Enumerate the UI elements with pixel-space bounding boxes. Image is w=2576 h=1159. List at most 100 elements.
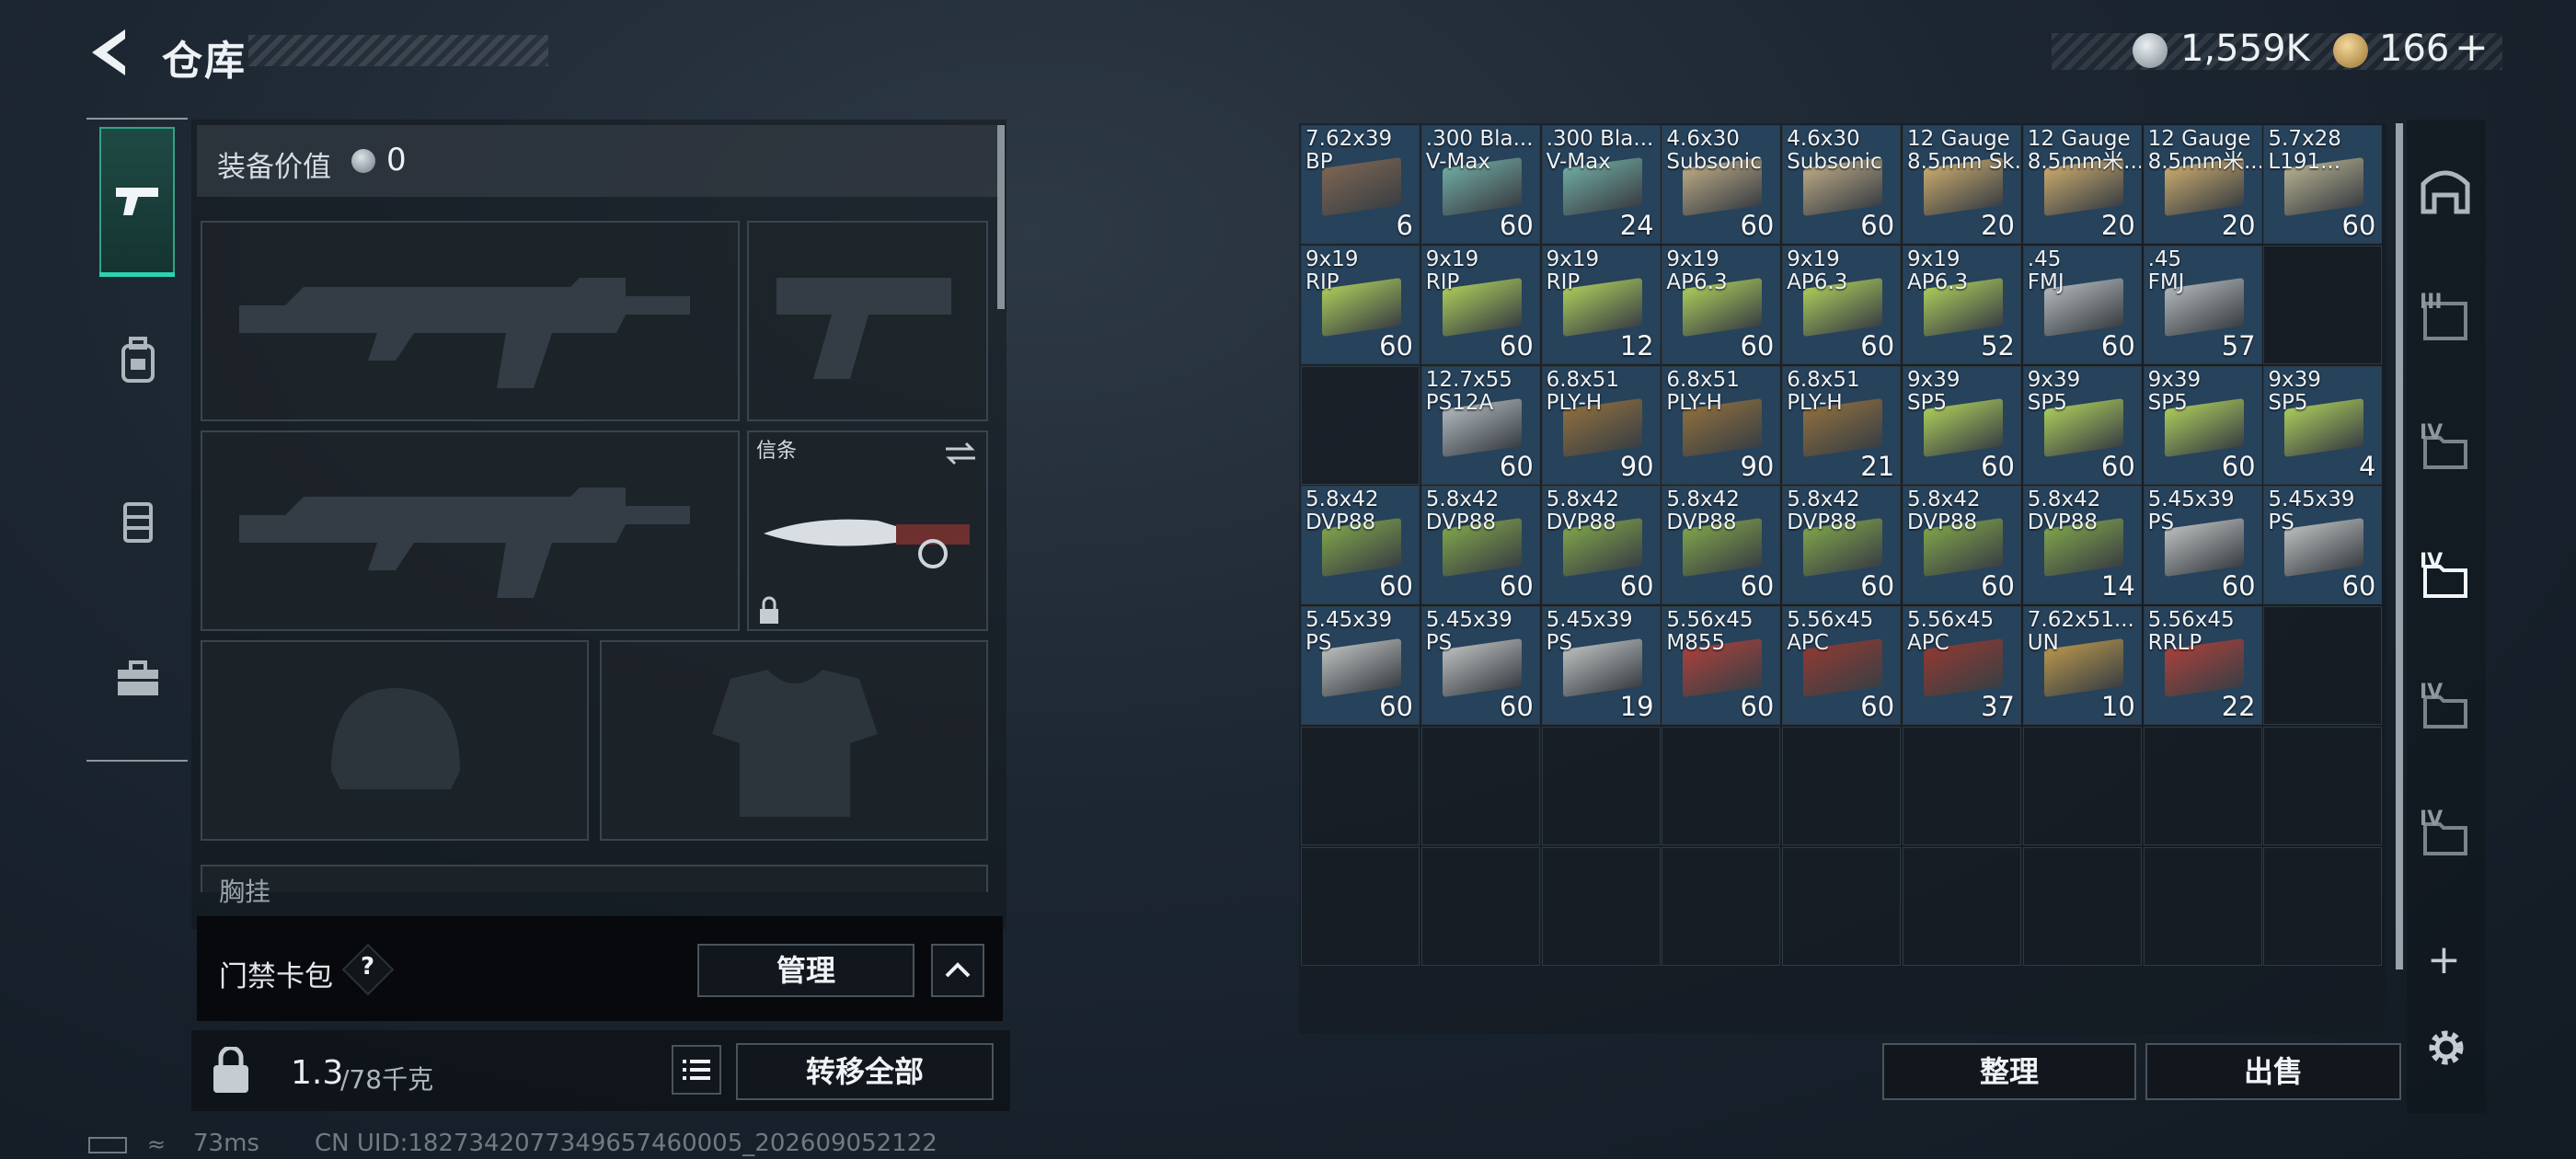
empty-stash-slot[interactable] <box>2022 727 2142 845</box>
helmet-slot[interactable] <box>201 640 589 841</box>
add-gold-button[interactable]: + <box>2455 24 2489 71</box>
chest-rig-slot[interactable] <box>201 865 988 892</box>
silver-coin-icon <box>2133 33 2168 68</box>
stash-item-slot[interactable]: 12 Gauge 8.5mm米... 20 <box>2022 125 2142 244</box>
stash-item-slot[interactable]: 5.45x39 PS 60 <box>2143 486 2262 605</box>
empty-stash-slot[interactable] <box>1782 846 1902 966</box>
stash-item-slot[interactable]: 9x19 AP6.3 60 <box>1782 245 1902 364</box>
stash-item-slot[interactable]: 5.56x45 APC 60 <box>1782 606 1902 726</box>
toolbox-icon[interactable] <box>110 651 166 706</box>
empty-stash-slot[interactable] <box>1301 727 1420 845</box>
vest-icon[interactable] <box>110 493 166 548</box>
stash-tab-4a[interactable]: IV <box>2420 421 2471 473</box>
stash-item-slot[interactable]: 5.45x39 PS 60 <box>1301 606 1420 726</box>
empty-stash-slot[interactable] <box>2022 846 2142 966</box>
stash-item-slot[interactable]: 7.62x51... UN 10 <box>2022 606 2142 726</box>
stash-item-slot[interactable]: 4.6x30 Subsonic 60 <box>1782 125 1902 244</box>
empty-stash-slot[interactable] <box>1782 727 1902 845</box>
empty-stash-slot[interactable] <box>1903 727 2021 845</box>
stash-item-slot[interactable]: 5.8x42 DVP88 60 <box>1903 486 2021 605</box>
sell-button[interactable]: 出售 <box>2145 1043 2401 1100</box>
stash-item-slot[interactable]: 12 Gauge 8.5mm米... 20 <box>2143 125 2262 244</box>
back-arrow-icon[interactable] <box>85 26 132 79</box>
empty-stash-slot[interactable] <box>2263 245 2383 364</box>
empty-stash-slot[interactable] <box>2263 727 2383 845</box>
stash-item-slot[interactable]: .45 FMJ 60 <box>2022 245 2142 364</box>
stash-item-slot[interactable]: 5.45x39 PS 60 <box>1420 606 1540 726</box>
empty-stash-slot[interactable] <box>1541 846 1661 966</box>
stash-item-slot[interactable]: .45 FMJ 57 <box>2143 245 2262 364</box>
stash-item-slot[interactable]: 5.8x42 DVP88 60 <box>1301 486 1420 605</box>
melee-slot[interactable]: 信条 <box>747 430 988 631</box>
item-name: 9x39 SP5 <box>2268 367 2321 415</box>
stash-tab-4d-label: IV <box>2420 808 2444 831</box>
empty-stash-slot[interactable] <box>1541 727 1661 845</box>
stash-item-slot[interactable]: 4.6x30 Subsonic 60 <box>1662 125 1781 244</box>
stash-item-slot[interactable]: 9x39 SP5 4 <box>2263 365 2383 485</box>
item-name: 5.45x39 PS <box>1305 608 1393 656</box>
stash-tab-4b-active[interactable]: IV <box>2420 550 2471 602</box>
stash-tab-main-icon[interactable] <box>2420 164 2471 215</box>
stash-scrollbar[interactable] <box>2396 123 2403 970</box>
empty-stash-slot[interactable] <box>2143 846 2262 966</box>
stash-item-slot[interactable]: 5.56x45 APC 37 <box>1903 606 2021 726</box>
stash-item-slot[interactable]: 5.45x39 PS 60 <box>2263 486 2383 605</box>
empty-stash-slot[interactable] <box>1662 846 1781 966</box>
backpack-icon[interactable] <box>110 333 166 388</box>
stash-item-slot[interactable]: .300 Bla... V-Max 60 <box>1420 125 1540 244</box>
stash-item-slot[interactable]: 5.8x42 DVP88 60 <box>1662 486 1781 605</box>
armor-slot[interactable] <box>600 640 988 841</box>
knife-icon <box>764 519 970 568</box>
empty-stash-slot[interactable] <box>1301 365 1420 485</box>
swap-icon[interactable] <box>942 440 979 467</box>
stash-item-slot[interactable]: 9x19 AP6.3 60 <box>1662 245 1781 364</box>
list-view-button[interactable] <box>672 1045 721 1095</box>
stash-item-slot[interactable]: 6.8x51 PLY-H 90 <box>1662 365 1781 485</box>
stash-tab-4d[interactable]: IV <box>2420 808 2471 859</box>
stash-item-slot[interactable]: 9x19 RIP 12 <box>1541 245 1661 364</box>
stash-item-slot[interactable]: .300 Bla... V-Max 24 <box>1541 125 1661 244</box>
stash-item-slot[interactable]: 9x19 RIP 60 <box>1301 245 1420 364</box>
empty-stash-slot[interactable] <box>2263 606 2383 726</box>
transfer-all-button[interactable]: 转移全部 <box>736 1043 994 1100</box>
stash-item-slot[interactable]: 5.8x42 DVP88 14 <box>2022 486 2142 605</box>
add-stash-tab-button[interactable]: + <box>2427 936 2461 983</box>
stash-item-slot[interactable]: 5.7x28 L191... 60 <box>2263 125 2383 244</box>
stash-item-slot[interactable]: 9x19 RIP 60 <box>1420 245 1540 364</box>
item-name: 9x19 AP6.3 <box>1787 247 1848 294</box>
empty-stash-slot[interactable] <box>2263 846 2383 966</box>
empty-stash-slot[interactable] <box>1420 846 1540 966</box>
help-icon[interactable]: ? <box>361 953 374 981</box>
equipment-scrollbar[interactable] <box>997 125 1005 309</box>
stash-item-slot[interactable]: 9x39 SP5 60 <box>1903 365 2021 485</box>
sort-button[interactable]: 整理 <box>1882 1043 2136 1100</box>
sidearm-slot[interactable] <box>747 221 988 421</box>
stash-item-slot[interactable]: 5.56x45 M855 60 <box>1662 606 1781 726</box>
primary-weapon-slot[interactable] <box>201 221 740 421</box>
stash-item-slot[interactable]: 5.56x45 RRLP 22 <box>2143 606 2262 726</box>
stash-item-slot[interactable]: 9x19 AP6.3 52 <box>1903 245 2021 364</box>
stash-item-slot[interactable]: 5.8x42 DVP88 60 <box>1420 486 1540 605</box>
stash-item-slot[interactable]: 5.45x39 PS 19 <box>1541 606 1661 726</box>
stash-item-slot[interactable]: 6.8x51 PLY-H 21 <box>1782 365 1902 485</box>
stash-tab-3[interactable]: III <box>2420 291 2471 342</box>
empty-stash-slot[interactable] <box>1662 727 1781 845</box>
item-name: .45 FMJ <box>2147 247 2185 294</box>
stash-item-slot[interactable]: 9x39 SP5 60 <box>2143 365 2262 485</box>
empty-stash-slot[interactable] <box>1301 846 1420 966</box>
empty-stash-slot[interactable] <box>1903 846 2021 966</box>
stash-tab-4c[interactable]: IV <box>2420 681 2471 732</box>
stash-item-slot[interactable]: 12.7x55 PS12A 60 <box>1420 365 1540 485</box>
stash-item-slot[interactable]: 12 Gauge 8.5mm Sk... 20 <box>1903 125 2021 244</box>
stash-item-slot[interactable]: 9x39 SP5 60 <box>2022 365 2142 485</box>
stash-item-slot[interactable]: 6.8x51 PLY-H 90 <box>1541 365 1661 485</box>
stash-item-slot[interactable]: 7.62x39 BP 6 <box>1301 125 1420 244</box>
stash-item-slot[interactable]: 5.8x42 DVP88 60 <box>1541 486 1661 605</box>
empty-stash-slot[interactable] <box>1420 727 1540 845</box>
gear-icon[interactable] <box>2421 1023 2471 1073</box>
empty-stash-slot[interactable] <box>2143 727 2262 845</box>
secondary-weapon-slot[interactable] <box>201 430 740 631</box>
expand-button[interactable] <box>931 944 984 997</box>
stash-item-slot[interactable]: 5.8x42 DVP88 60 <box>1782 486 1902 605</box>
manage-button[interactable]: 管理 <box>697 944 914 997</box>
